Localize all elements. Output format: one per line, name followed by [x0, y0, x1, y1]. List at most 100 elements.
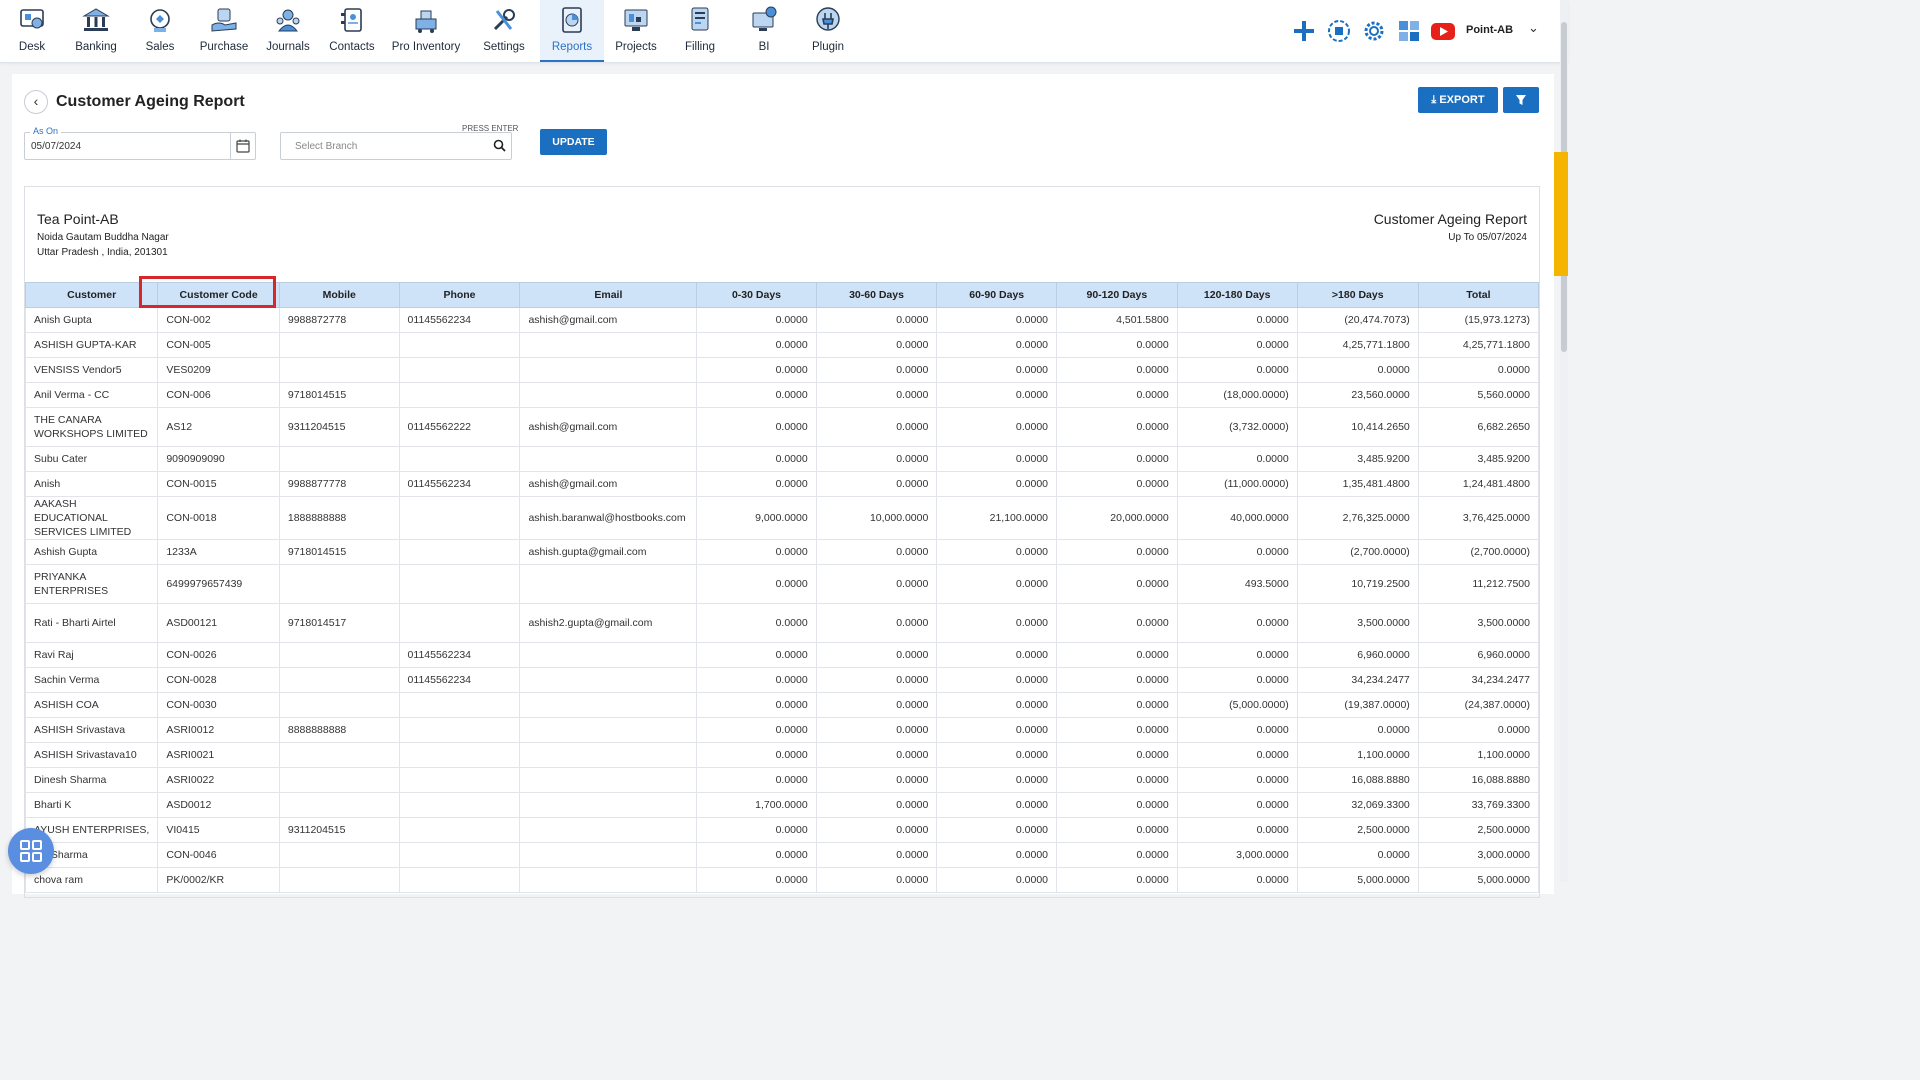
table-cell: CON-002 — [157, 307, 280, 333]
nav-bi[interactable]: BI — [732, 0, 796, 62]
plus-icon[interactable] — [1291, 18, 1317, 44]
branch-placeholder: Select Branch — [295, 141, 358, 152]
column-header[interactable]: 90-120 Days — [1056, 282, 1178, 308]
gear-icon[interactable] — [1361, 18, 1387, 44]
page-scrollbar[interactable] — [1560, 0, 1568, 882]
table-row[interactable]: VENSISS Vendor5 VES0209 0.0000 0.0000 0.0000… — [25, 357, 1539, 383]
nav-purchase[interactable]: Purchase — [192, 0, 256, 62]
nav-journals[interactable]: Journals — [256, 0, 320, 62]
table-row[interactable]: chova ram PK/0002/KR 0.0000 0.0000 0.0000 0.0… — [25, 867, 1539, 893]
column-header[interactable]: 0-30 Days — [696, 282, 817, 308]
table-cell: Ashish Gupta — [25, 539, 159, 565]
nav-projects[interactable]: Projects — [604, 0, 668, 62]
column-header[interactable]: Email — [519, 282, 698, 308]
table-cell: 0.0000 — [936, 332, 1058, 358]
table-row[interactable]: ASHISH COA CON-0030 0.0000 0.0000 0.0000 0.00… — [25, 692, 1539, 718]
export-button[interactable]: ⤓ EXPORT — [1418, 87, 1498, 113]
table-cell: ASHISH Srivastava10 — [25, 742, 159, 768]
branch-select-input[interactable]: Select Branch — [280, 132, 512, 160]
quick-menu-button[interactable] — [8, 828, 54, 874]
nav-filling[interactable]: Filling — [668, 0, 732, 62]
nav-plugin[interactable]: Plugin — [796, 0, 860, 62]
table-cell: 0.0000 — [815, 539, 938, 565]
table-row[interactable]: Ashish Gupta 1233A 9718014515 ashish.gupta@… — [25, 539, 1539, 565]
table-cell — [278, 564, 400, 604]
table-row[interactable]: ASHISH Srivastava10 ASRI0021 0.0000 0.0000 0… — [25, 742, 1539, 768]
table-cell — [398, 446, 521, 472]
table-cell: 0.0000 — [696, 407, 817, 447]
sync-icon[interactable] — [1326, 18, 1352, 44]
table-row[interactable]: Anish CON-0015 9988877778 01145562234 ashish… — [25, 471, 1539, 497]
table-row[interactable]: SS Sharma CON-0046 0.0000 0.0000 0.0000 0.000… — [25, 842, 1539, 868]
projects-icon — [624, 9, 648, 31]
table-cell: Dinesh Sharma — [25, 767, 159, 793]
youtube-icon[interactable] — [1430, 18, 1456, 44]
company-name[interactable]: Point-AB — [1466, 24, 1513, 36]
table-cell: 0.0000 — [1176, 742, 1298, 768]
table-row[interactable]: AYUSH ENTERPRISES, VI0415 9311204515 0.0000… — [25, 817, 1539, 843]
nav-banking[interactable]: Banking — [64, 0, 128, 62]
table-cell: 0.0000 — [696, 471, 817, 497]
column-header[interactable]: Total — [1417, 282, 1539, 308]
inventory-icon — [415, 10, 437, 33]
table-row[interactable]: Sachin Verma CON-0028 01145562234 0.0000 0.0… — [25, 667, 1539, 693]
nav-desk[interactable]: Desk — [0, 0, 64, 62]
table-cell: 01145562234 — [398, 307, 521, 333]
table-row[interactable]: ASHISH Srivastava ASRI0012 8888888888 0.000… — [25, 717, 1539, 743]
table-row[interactable]: AAKASH EDUCATIONAL SERVICES LIMITED CON-0… — [25, 496, 1539, 540]
table-cell — [519, 742, 698, 768]
table-cell: 0.0000 — [936, 446, 1058, 472]
column-header[interactable]: 30-60 Days — [815, 282, 938, 308]
report-sheet: Tea Point-AB Noida Gautam Buddha Nagar U… — [24, 186, 1540, 898]
table-row[interactable]: ASHISH GUPTA-KAR CON-005 0.0000 0.0000 0.000… — [25, 332, 1539, 358]
table-cell: ASRI0022 — [157, 767, 280, 793]
search-icon[interactable] — [493, 139, 506, 152]
column-header[interactable]: Customer Code — [157, 282, 280, 308]
column-header[interactable]: 60-90 Days — [936, 282, 1058, 308]
table-cell: 0.0000 — [1296, 357, 1419, 383]
table-row[interactable]: Ravi Raj CON-0026 01145562234 0.0000 0.0000 0… — [25, 642, 1539, 668]
table-cell: AAKASH EDUCATIONAL SERVICES LIMITED — [25, 496, 159, 540]
chevron-down-icon[interactable]: ⌄ — [1528, 20, 1539, 36]
update-button[interactable]: UPDATE — [540, 129, 607, 155]
nav-pro-inventory[interactable]: Pro Inventory — [384, 0, 468, 62]
table-row[interactable]: Bharti K ASD0012 1,700.0000 0.0000 0.0000 0.0… — [25, 792, 1539, 818]
apps-icon[interactable] — [1396, 18, 1422, 44]
table-row[interactable]: Anil Verma - CC CON-006 9718014515 0.0000 0.… — [25, 382, 1539, 408]
table-cell: 0.0000 — [815, 307, 938, 333]
nav-settings[interactable]: Settings — [468, 0, 540, 62]
column-header[interactable]: Mobile — [278, 282, 400, 308]
contacts-icon — [341, 8, 362, 32]
as-on-date-field[interactable]: 05/07/2024 — [24, 132, 256, 160]
table-row[interactable]: Rati - Bharti Airtel ASD00121 9718014517 as… — [25, 603, 1539, 643]
table-cell: 16,088.8880 — [1296, 767, 1419, 793]
table-cell: 0.0000 — [696, 382, 817, 408]
table-cell: 9090909090 — [157, 446, 280, 472]
table-cell: PK/0002/KR — [157, 867, 280, 893]
table-cell: 0.0000 — [815, 603, 938, 643]
table-cell: 01145562234 — [398, 642, 521, 668]
table-cell: VES0209 — [157, 357, 280, 383]
nav-contacts[interactable]: Contacts — [320, 0, 384, 62]
table-cell: (15,973.1273) — [1417, 307, 1539, 333]
column-header[interactable]: Customer — [25, 282, 159, 308]
table-row[interactable]: Dinesh Sharma ASRI0022 0.0000 0.0000 0.0000 0… — [25, 767, 1539, 793]
table-cell — [519, 867, 698, 893]
column-header[interactable]: Phone — [398, 282, 521, 308]
table-cell: ASHISH Srivastava — [25, 717, 159, 743]
table-cell: 1,100.0000 — [1417, 742, 1539, 768]
table-row[interactable]: Subu Cater 9090909090 0.0000 0.0000 0.0000 0.… — [25, 446, 1539, 472]
filter-button[interactable] — [1503, 87, 1539, 113]
nav-reports[interactable]: Reports — [540, 0, 604, 62]
table-cell: 0.0000 — [1176, 817, 1298, 843]
table-cell: 9718014515 — [278, 382, 400, 408]
table-cell: Rati - Bharti Airtel — [25, 603, 159, 643]
column-header[interactable]: 120-180 Days — [1176, 282, 1298, 308]
table-row[interactable]: PRIYANKA ENTERPRISES 6499979657439 0.0000 0… — [25, 564, 1539, 604]
back-button[interactable]: ‹ — [24, 90, 48, 114]
column-header[interactable]: >180 Days — [1296, 282, 1419, 308]
calendar-icon[interactable] — [235, 138, 251, 154]
table-row[interactable]: Anish Gupta CON-002 9988872778 01145562234 a… — [25, 307, 1539, 333]
nav-sales[interactable]: Sales — [128, 0, 192, 62]
table-row[interactable]: THE CANARA WORKSHOPS LIMITED AS12 93112045… — [25, 407, 1539, 447]
